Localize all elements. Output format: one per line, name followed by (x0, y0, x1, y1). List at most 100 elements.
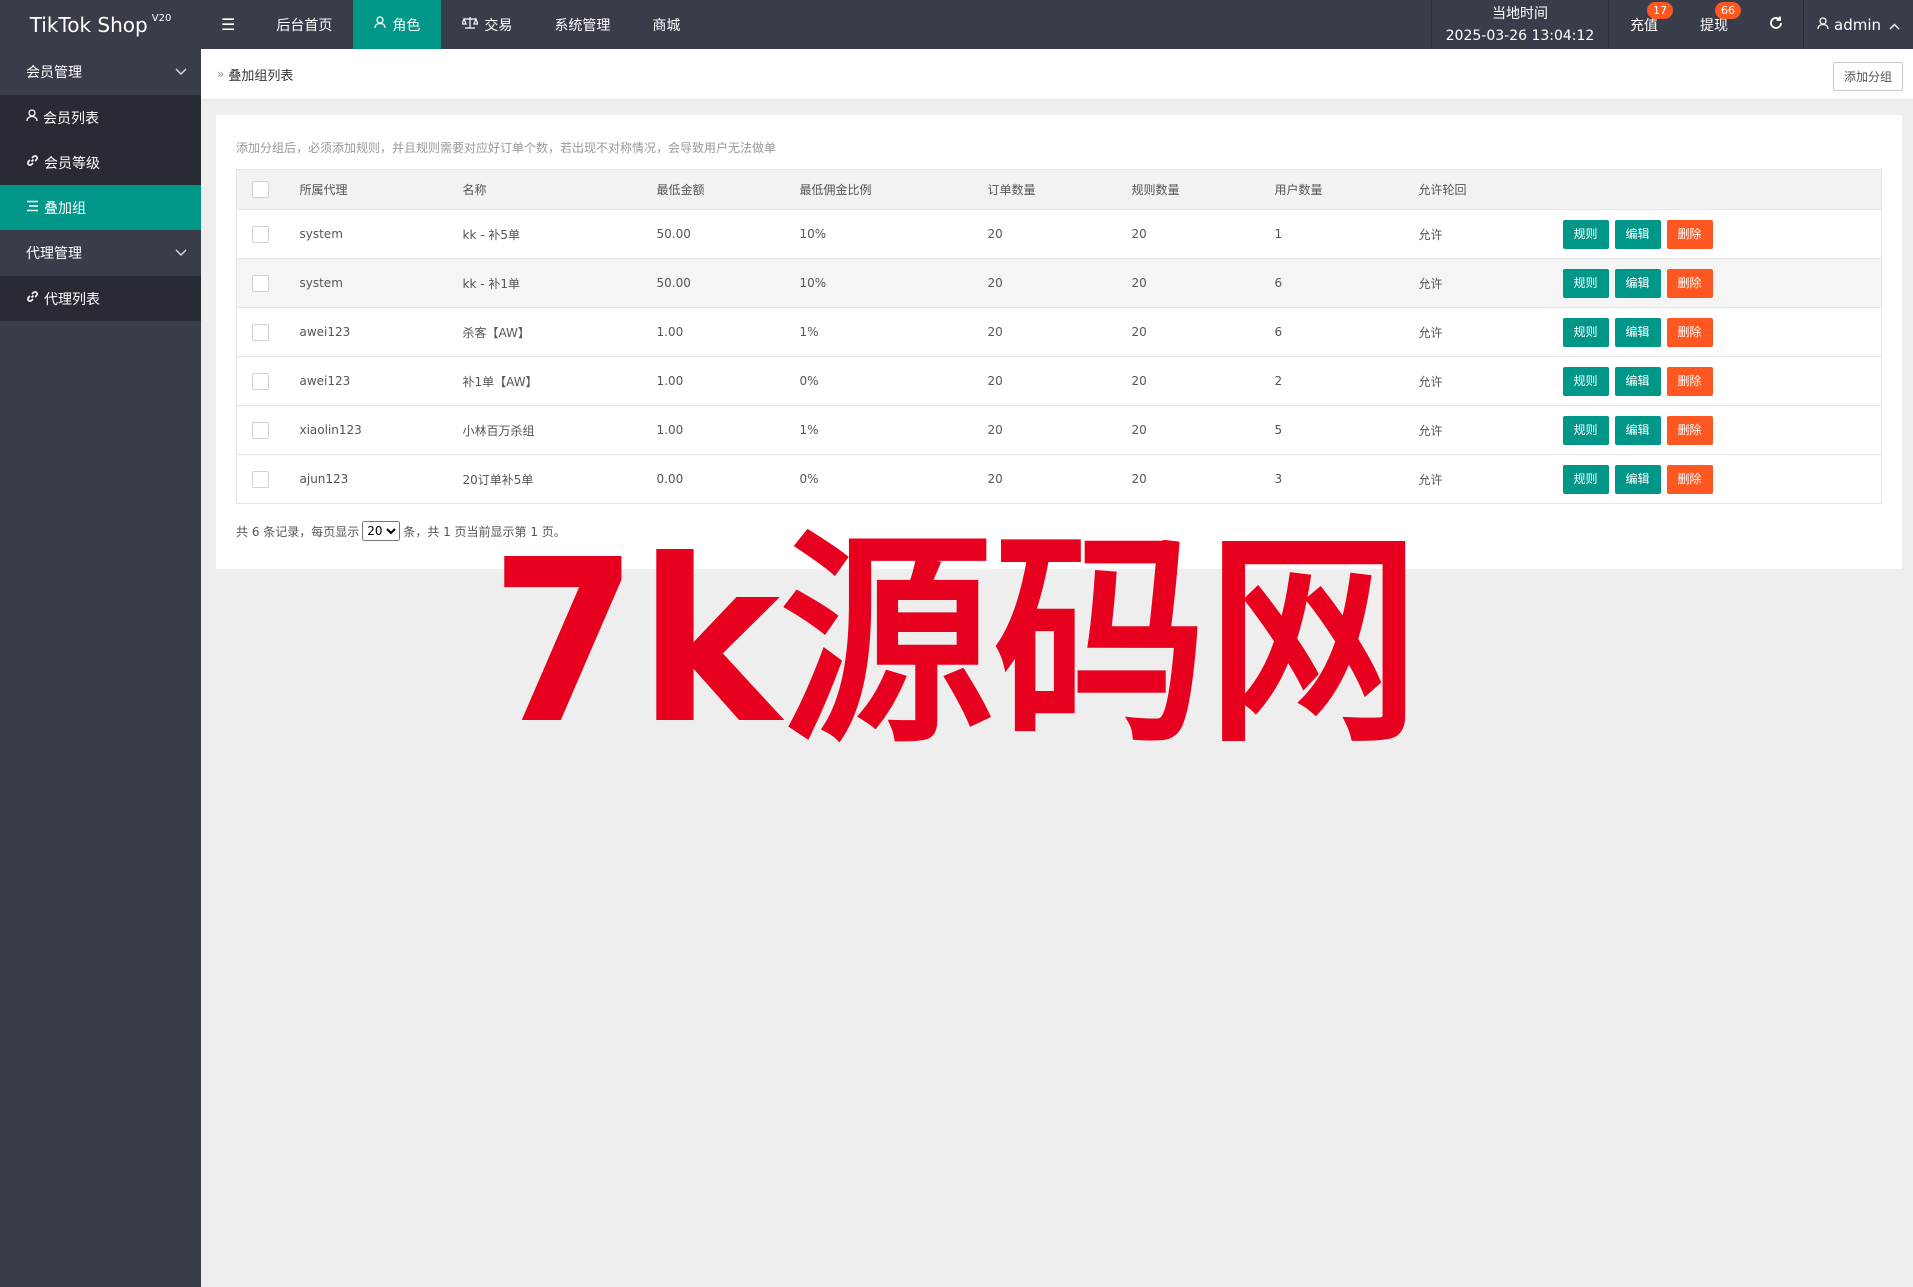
cell-name: kk - 补1单 (462, 258, 657, 308)
row-select-cell (236, 454, 300, 504)
recharge-button[interactable]: 充值 17 (1609, 0, 1679, 49)
sidebar-group-label: 代理管理 (26, 246, 82, 262)
row-actions: 规则 编辑 删除 (1562, 405, 1882, 455)
withdraw-badge: 66 (1715, 2, 1741, 19)
row-checkbox[interactable] (252, 274, 269, 292)
cell-orders: 20 (987, 405, 1132, 455)
table-header-row: 所属代理 名称 最低金额 最低佣金比例 订单数量 规则数量 用户数量 允许轮回 (236, 169, 1882, 210)
row-actions: 规则 编辑 删除 (1562, 307, 1882, 357)
nav-item-role[interactable]: 角色 (353, 0, 442, 49)
row-checkbox[interactable] (252, 421, 269, 439)
column-header: 规则数量 (1131, 169, 1275, 210)
row-actions: 规则 编辑 删除 (1562, 356, 1882, 406)
user-icon (374, 16, 386, 33)
select-all-checkbox[interactable] (252, 181, 269, 198)
row-actions: 规则 编辑 删除 (1562, 258, 1882, 308)
nav-item-system[interactable]: 系统管理 (533, 0, 631, 49)
nav-item-label: 后台首页 (276, 17, 333, 34)
local-time-label: 当地时间 (1492, 5, 1548, 22)
row-select-cell (236, 258, 300, 308)
group-table: 所属代理 名称 最低金额 最低佣金比例 订单数量 规则数量 用户数量 允许轮回 … (236, 169, 1882, 504)
sidebar-item-agent-list[interactable]: 代理列表 (0, 276, 201, 321)
refresh-button[interactable] (1749, 0, 1803, 49)
content-card: 添加分组后，必须添加规则，并且规则需要对应好订单个数，若出现不对称情况，会导致用… (216, 115, 1902, 569)
sidebar: 会员管理 会员列表 会员等级 叠加组 代理管理 代理列表 (0, 49, 201, 1287)
sidebar-item-member-list[interactable]: 会员列表 (0, 95, 201, 140)
cell-name: 补1单【AW】 (462, 356, 657, 406)
cell-min-rate: 0% (799, 454, 988, 504)
sidebar-group-agents[interactable]: 代理管理 (0, 230, 201, 276)
row-checkbox[interactable] (252, 372, 269, 390)
user-menu[interactable]: admin (1803, 0, 1913, 49)
page-size-select[interactable]: 20 (362, 521, 401, 541)
user-name: admin (1834, 15, 1881, 34)
column-header: 订单数量 (987, 169, 1132, 210)
sidebar-item-stack-group[interactable]: 叠加组 (0, 185, 201, 230)
delete-button[interactable]: 删除 (1666, 366, 1713, 396)
cell-rules: 20 (1131, 405, 1275, 455)
app-logo[interactable]: TikTok Shop V20 (0, 0, 201, 49)
delete-button[interactable]: 删除 (1666, 219, 1713, 249)
cell-agent: system (299, 258, 463, 308)
row-actions: 规则 编辑 删除 (1562, 209, 1882, 259)
rule-button[interactable]: 规则 (1562, 317, 1609, 347)
row-select-cell (236, 307, 300, 357)
recharge-badge: 17 (1647, 2, 1673, 19)
cell-cycle: 允许 (1418, 405, 1563, 455)
withdraw-button[interactable]: 提现 66 (1679, 0, 1749, 49)
cell-min-amount: 1.00 (656, 307, 800, 357)
rule-button[interactable]: 规则 (1562, 415, 1609, 445)
nav-item-home[interactable]: 后台首页 (255, 0, 353, 49)
column-header: 所属代理 (299, 169, 463, 210)
rule-button[interactable]: 规则 (1562, 366, 1609, 396)
sidebar-group-label: 会员管理 (26, 65, 82, 81)
cell-name: kk - 补5单 (462, 209, 657, 259)
nav-item-label: 系统管理 (554, 17, 611, 34)
chevron-down-icon (175, 246, 187, 260)
nav-item-trade[interactable]: 交易 (441, 0, 533, 49)
cell-rules: 20 (1131, 209, 1275, 259)
cell-users: 6 (1274, 258, 1419, 308)
cell-min-amount: 50.00 (656, 209, 800, 259)
nav-item-mall[interactable]: 商城 (631, 0, 701, 49)
cell-users: 2 (1274, 356, 1419, 406)
rule-button[interactable]: 规则 (1562, 464, 1609, 494)
delete-button[interactable]: 删除 (1666, 317, 1713, 347)
scale-icon (461, 16, 480, 33)
row-select-cell (236, 405, 300, 455)
sidebar-toggle-button[interactable]: ☰ (201, 0, 255, 49)
top-right-area: 当地时间 2025-03-26 13:04:12 充值 17 提现 66 adm… (1431, 0, 1913, 49)
edit-button[interactable]: 编辑 (1614, 219, 1661, 249)
table-row: system kk - 补5单 50.00 10% 20 20 1 允许 规则编… (236, 209, 1882, 259)
row-checkbox[interactable] (252, 323, 269, 341)
edit-button[interactable]: 编辑 (1614, 415, 1661, 445)
watermark: 7k源码网 (490, 515, 1420, 755)
delete-button[interactable]: 删除 (1666, 415, 1713, 445)
cell-min-amount: 0.00 (656, 454, 800, 504)
row-checkbox[interactable] (252, 225, 269, 243)
rule-button[interactable]: 规则 (1562, 268, 1609, 298)
cell-cycle: 允许 (1418, 209, 1563, 259)
edit-button[interactable]: 编辑 (1614, 366, 1661, 396)
sidebar-group-members[interactable]: 会员管理 (0, 49, 201, 95)
rule-button[interactable]: 规则 (1562, 219, 1609, 249)
cell-orders: 20 (987, 356, 1132, 406)
cell-cycle: 允许 (1418, 454, 1563, 504)
cell-min-amount: 1.00 (656, 405, 800, 455)
watermark-text: 7k源码网 (490, 515, 1420, 755)
add-group-button[interactable]: 添加分组 (1833, 62, 1903, 91)
edit-button[interactable]: 编辑 (1614, 317, 1661, 347)
cell-agent: xiaolin123 (299, 405, 463, 455)
delete-button[interactable]: 删除 (1666, 268, 1713, 298)
edit-button[interactable]: 编辑 (1614, 268, 1661, 298)
cell-rules: 20 (1131, 307, 1275, 357)
chevron-down-icon (175, 65, 187, 79)
chevron-up-icon (1889, 16, 1900, 34)
pager-prefix: 共 6 条记录，每页显示 (236, 524, 360, 539)
actions-header (1562, 169, 1882, 210)
row-checkbox[interactable] (252, 470, 269, 488)
cell-orders: 20 (987, 454, 1132, 504)
sidebar-item-member-level[interactable]: 会员等级 (0, 140, 201, 185)
edit-button[interactable]: 编辑 (1614, 464, 1661, 494)
delete-button[interactable]: 删除 (1666, 464, 1713, 494)
